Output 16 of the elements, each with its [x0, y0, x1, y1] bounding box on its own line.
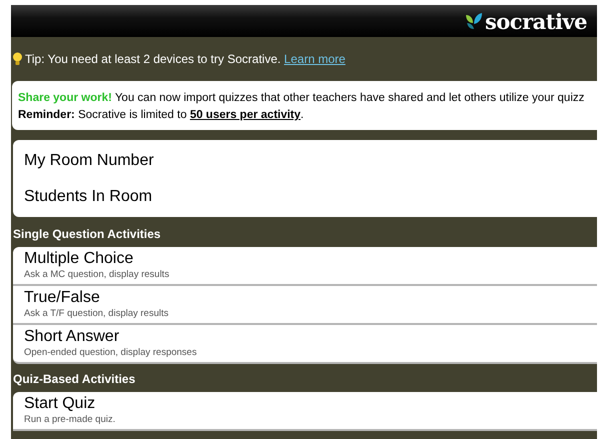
share-message: Share your work! You can now import quizzes that other teachers have shared and let others utilize your quizz [18, 91, 586, 106]
section-title: Single Question Activities [13, 227, 161, 241]
user-limit-link[interactable]: 50 users per activity [190, 109, 301, 121]
learn-more-link[interactable]: Learn more [284, 52, 346, 66]
activity-item[interactable]: Short Answer Open-ended question, display responses [13, 325, 597, 364]
room-info-item[interactable]: My Room Number [13, 143, 597, 179]
activity-item[interactable]: True/False Ask a T/F question, display results [13, 286, 597, 325]
activity-item[interactable]: Start Quiz Run a pre-made quiz. [13, 392, 597, 431]
room-info-item[interactable]: Students In Room [13, 179, 597, 215]
section-title: Quiz-Based Activities [13, 372, 136, 386]
logo-text: socrative [484, 8, 587, 34]
leaf-logo-icon [464, 11, 484, 31]
reminder-message: Reminder: Socrative is limited to 50 users per activity. [18, 108, 305, 123]
activity-item[interactable]: Multiple Choice Ask a MC question, display results [13, 247, 597, 286]
tip-text: Tip: You need at least 2 devices to try Socrative. Learn more [25, 52, 346, 66]
lightbulb-icon [12, 52, 23, 66]
